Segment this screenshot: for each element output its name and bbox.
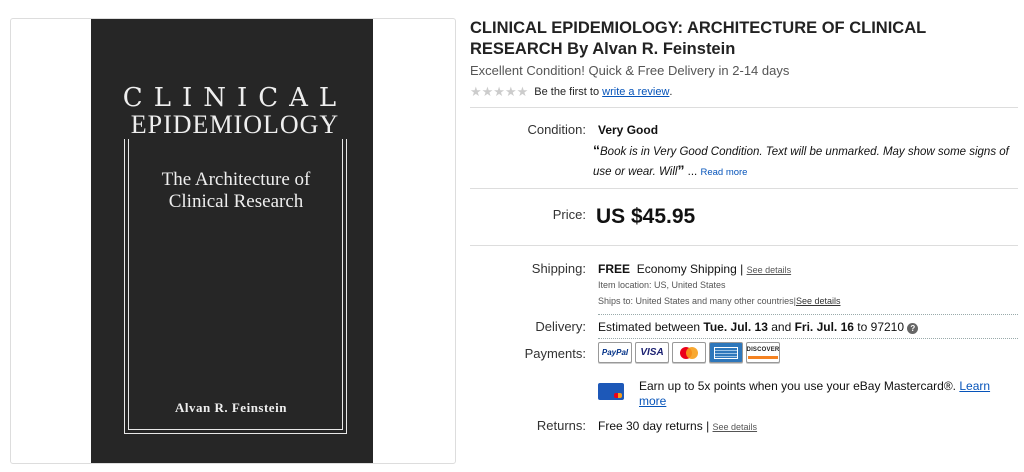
listing-subtitle: Excellent Condition! Quick & Free Delive…: [470, 63, 790, 78]
ships-to-see-details-link[interactable]: See details: [796, 296, 841, 306]
visa-label: VISA: [640, 347, 664, 358]
delivery-and: and: [771, 320, 792, 334]
delivery-value: Estimated between Tue. Jul. 13 and Fri. …: [598, 320, 919, 334]
divider: [470, 107, 1018, 108]
returns-value: Free 30 day returns | See details: [598, 419, 757, 433]
item-location: Item location: US, United States: [598, 280, 726, 290]
amex-icon: [709, 342, 743, 363]
shipping-method: Economy Shipping: [636, 262, 737, 276]
paypal-icon: PayPal: [598, 342, 632, 363]
book-cover-image[interactable]: CLINICAL EPIDEMIOLOGY The Architecture o…: [91, 19, 373, 463]
product-image-panel[interactable]: CLINICAL EPIDEMIOLOGY The Architecture o…: [10, 18, 456, 464]
ships-to: Ships to: United States and many other c…: [598, 296, 794, 306]
rating-suffix: .: [669, 86, 673, 98]
dotted-divider: [598, 314, 1018, 315]
shipping-free: FREE: [598, 262, 631, 276]
condition-text: Book is in Very Good Condition. Text wil…: [593, 146, 1009, 178]
cover-frame-inner: [128, 93, 343, 430]
divider: [470, 245, 1018, 246]
dotted-divider: [598, 338, 1018, 339]
delivery-label: Delivery:: [535, 319, 586, 334]
listing-title: CLINICAL EPIDEMIOLOGY: ARCHITECTURE OF C…: [470, 19, 926, 58]
shipping-see-details-link[interactable]: See details: [747, 265, 792, 275]
cover-title-line2: EPIDEMIOLOGY: [119, 111, 351, 139]
mastercard-mini-icon: [614, 393, 622, 398]
returns-separator: |: [706, 419, 710, 433]
ships-to-row: Ships to: United States and many other c…: [598, 296, 840, 306]
discover-icon: DISCOVER: [746, 342, 780, 363]
read-more-link[interactable]: Read more: [700, 167, 747, 178]
condition-label: Condition:: [527, 122, 586, 137]
condition-description: “Book is in Very Good Condition. Text wi…: [593, 141, 1013, 182]
returns-see-details-link[interactable]: See details: [713, 422, 758, 432]
cover-subtitle: The Architecture of Clinical Research: [161, 169, 311, 212]
visa-icon: VISA: [635, 342, 669, 363]
delivery-start: Tue. Jul. 13: [703, 320, 768, 334]
discover-stripe: [748, 355, 778, 359]
returns-text: Free 30 day returns: [598, 419, 703, 433]
shipping-label: Shipping:: [531, 261, 586, 276]
mastercard-icon: [672, 342, 706, 363]
delivery-end: Fri. Jul. 16: [794, 320, 854, 334]
shipping-separator: |: [740, 262, 744, 276]
ebay-mastercard-icon: [598, 383, 624, 400]
help-icon[interactable]: ?: [907, 323, 919, 334]
price-label: Price:: [552, 207, 586, 222]
promo-text: Earn up to 5x points when you use your e…: [639, 379, 957, 393]
discover-label: DISCOVER: [746, 346, 780, 353]
cover-author: Alvan R. Feinstein: [171, 400, 291, 416]
rating-text: Be the first to: [534, 86, 600, 98]
payment-methods: PayPal VISA DISCOVER: [598, 342, 783, 363]
condition-value: Very Good: [598, 123, 659, 137]
close-quote: ”: [677, 162, 685, 178]
write-review-link[interactable]: write a review: [602, 86, 669, 98]
mastercard-promo: Earn up to 5x points when you use your e…: [639, 379, 1014, 409]
condition-ellipsis: ...: [687, 166, 698, 178]
rating-row: ★★★★★ Be the first to write a review.: [470, 84, 1018, 100]
shipping-value: FREE Economy Shipping | See details: [598, 262, 791, 276]
divider: [470, 188, 1018, 189]
empty-stars-icon: ★★★★★: [470, 84, 529, 99]
cover-title-line1: CLINICAL: [119, 85, 351, 111]
open-quote: “: [593, 142, 600, 158]
amex-logo-icon: [714, 346, 738, 359]
mastercard-logo-icon: [680, 346, 698, 359]
listing-header: CLINICAL EPIDEMIOLOGY: ARCHITECTURE OF C…: [470, 18, 1018, 100]
returns-label: Returns:: [536, 418, 586, 433]
delivery-prefix: Estimated between: [598, 320, 701, 334]
payments-label: Payments:: [524, 346, 586, 361]
delivery-zip: to 97210: [857, 320, 905, 334]
price-value: US $45.95: [596, 205, 696, 228]
